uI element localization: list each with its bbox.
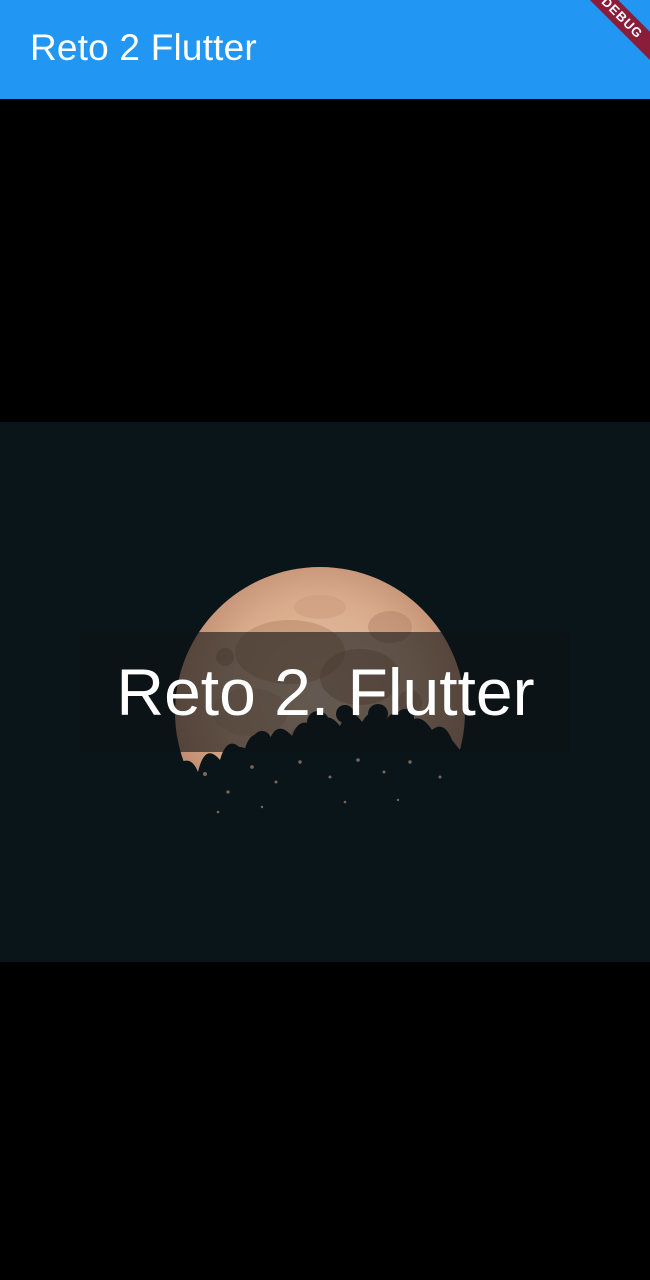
app-screen: Reto 2 Flutter DEBUG Reto 2. Flutter <box>0 0 650 1280</box>
app-bar-title: Reto 2 Flutter <box>30 27 257 68</box>
app-bar: Reto 2 Flutter <box>0 0 650 99</box>
caption-overlay: Reto 2. Flutter <box>81 632 570 752</box>
caption-text: Reto 2. Flutter <box>116 655 535 729</box>
debug-banner-label: DEBUG <box>580 0 650 68</box>
debug-banner: DEBUG <box>580 0 650 70</box>
